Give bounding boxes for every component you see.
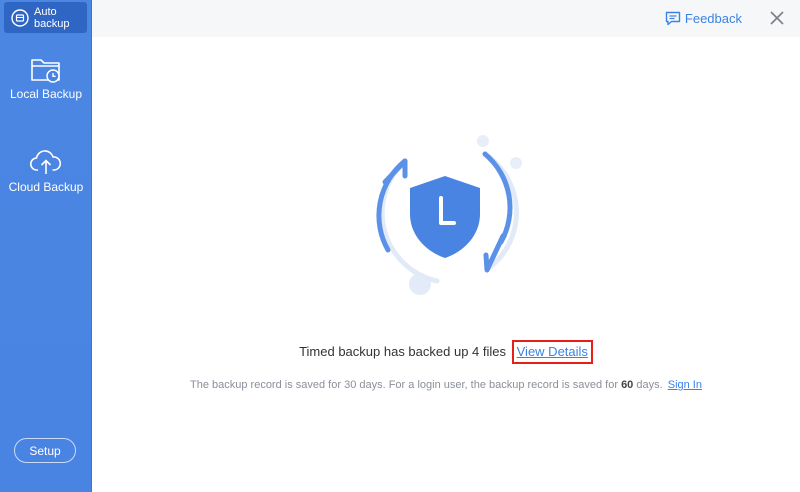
sidebar-item-label: Local Backup	[9, 87, 83, 101]
auto-backup-icon	[11, 8, 29, 27]
title-bar: Feedback	[92, 0, 800, 37]
feedback-icon	[665, 11, 681, 25]
sidebar-item-label: Cloud Backup	[8, 180, 84, 194]
backup-status: Timed backup has backed up 4 files View …	[92, 340, 800, 364]
sign-in-link[interactable]: Sign In	[668, 379, 702, 391]
view-details-link[interactable]: View Details	[511, 340, 593, 364]
sidebar-item-auto-backup[interactable]: Auto backup	[4, 2, 87, 33]
record-text-suffix: days.	[633, 379, 663, 391]
cloud-upload-icon	[29, 150, 62, 174]
sidebar-item-local-backup[interactable]: Local Backup	[0, 55, 92, 101]
setup-button[interactable]: Setup	[14, 438, 76, 463]
sidebar-item-cloud-backup[interactable]: Cloud Backup	[0, 146, 92, 194]
sidebar: Auto backup Local Backup Cloud Backup Se…	[0, 0, 92, 492]
record-text-prefix: The backup record is saved for 30 days. …	[190, 379, 622, 391]
status-text: Timed backup has backed up 4 files	[299, 344, 506, 359]
sidebar-item-label: Auto backup	[34, 5, 70, 30]
record-days: 60	[621, 379, 634, 391]
feedback-label: Feedback	[684, 10, 742, 26]
local-backup-folder-icon	[31, 59, 60, 83]
feedback-button[interactable]: Feedback	[665, 10, 742, 26]
record-info: The backup record is saved for 30 days. …	[92, 377, 800, 393]
close-icon[interactable]	[768, 9, 786, 27]
shield-clock-icon	[376, 135, 522, 295]
